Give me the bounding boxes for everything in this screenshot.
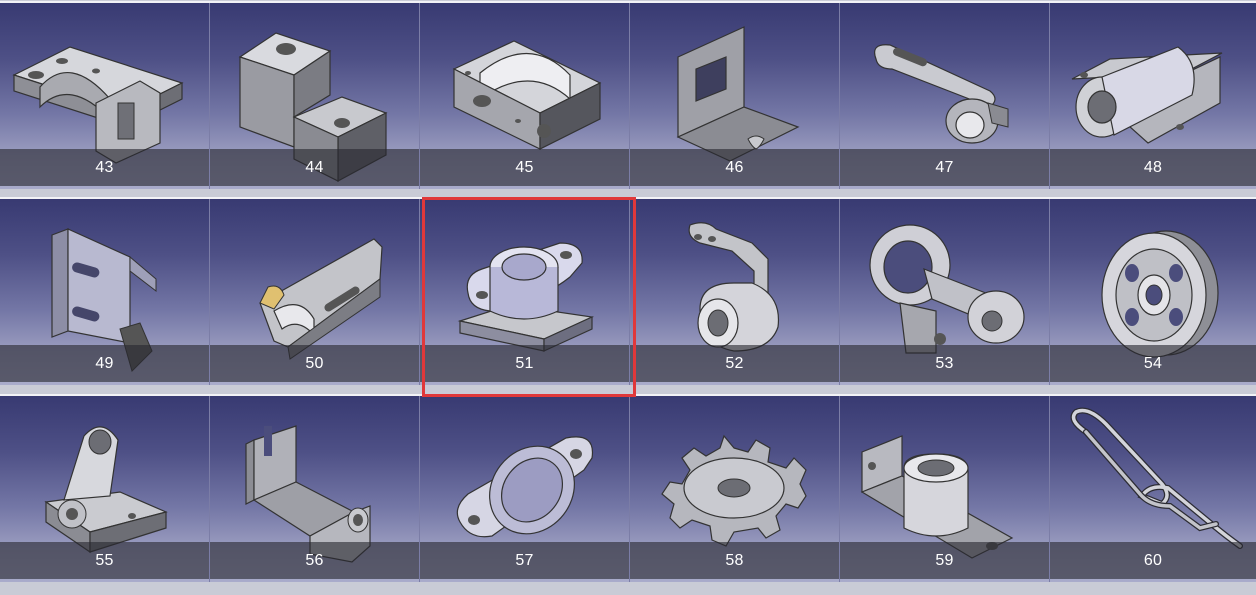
part-gallery: 43 44 45 46 47 48 49 50 51 52 53 54 55 5…: [0, 0, 1256, 595]
gallery-item-57[interactable]: 57: [420, 396, 630, 582]
item-label: 43: [0, 149, 209, 186]
item-label: 51: [420, 345, 629, 382]
gallery-item-47[interactable]: 47: [840, 3, 1050, 189]
gallery-item-60[interactable]: 60: [1050, 396, 1256, 582]
item-label: 58: [630, 542, 839, 579]
item-label: 45: [420, 149, 629, 186]
gallery-row: 43 44 45 46 47 48: [0, 1, 1256, 189]
item-label: 50: [210, 345, 419, 382]
item-label: 44: [210, 149, 419, 186]
item-label: 60: [1050, 542, 1256, 579]
gallery-row: 49 50 51 52 53 54: [0, 197, 1256, 385]
gallery-item-43[interactable]: 43: [0, 3, 210, 189]
item-label: 47: [840, 149, 1049, 186]
gallery-item-58[interactable]: 58: [630, 396, 840, 582]
gallery-item-59[interactable]: 59: [840, 396, 1050, 582]
item-label: 53: [840, 345, 1049, 382]
item-label: 49: [0, 345, 209, 382]
item-label: 55: [0, 542, 209, 579]
item-label: 48: [1050, 149, 1256, 186]
item-label: 52: [630, 345, 839, 382]
gallery-item-55[interactable]: 55: [0, 396, 210, 582]
item-label: 46: [630, 149, 839, 186]
gallery-item-48[interactable]: 48: [1050, 3, 1256, 189]
gallery-item-49[interactable]: 49: [0, 199, 210, 385]
item-label: 59: [840, 542, 1049, 579]
gallery-item-52[interactable]: 52: [630, 199, 840, 385]
gallery-row: 55 56 57 58 59 60: [0, 394, 1256, 582]
gallery-item-44[interactable]: 44: [210, 3, 420, 189]
gallery-item-54[interactable]: 54: [1050, 199, 1256, 385]
item-label: 54: [1050, 345, 1256, 382]
item-label: 57: [420, 542, 629, 579]
item-label: 56: [210, 542, 419, 579]
gallery-item-50[interactable]: 50: [210, 199, 420, 385]
gallery-item-56[interactable]: 56: [210, 396, 420, 582]
gallery-item-46[interactable]: 46: [630, 3, 840, 189]
gallery-item-53[interactable]: 53: [840, 199, 1050, 385]
gallery-item-51[interactable]: 51: [420, 199, 630, 385]
gallery-item-45[interactable]: 45: [420, 3, 630, 189]
